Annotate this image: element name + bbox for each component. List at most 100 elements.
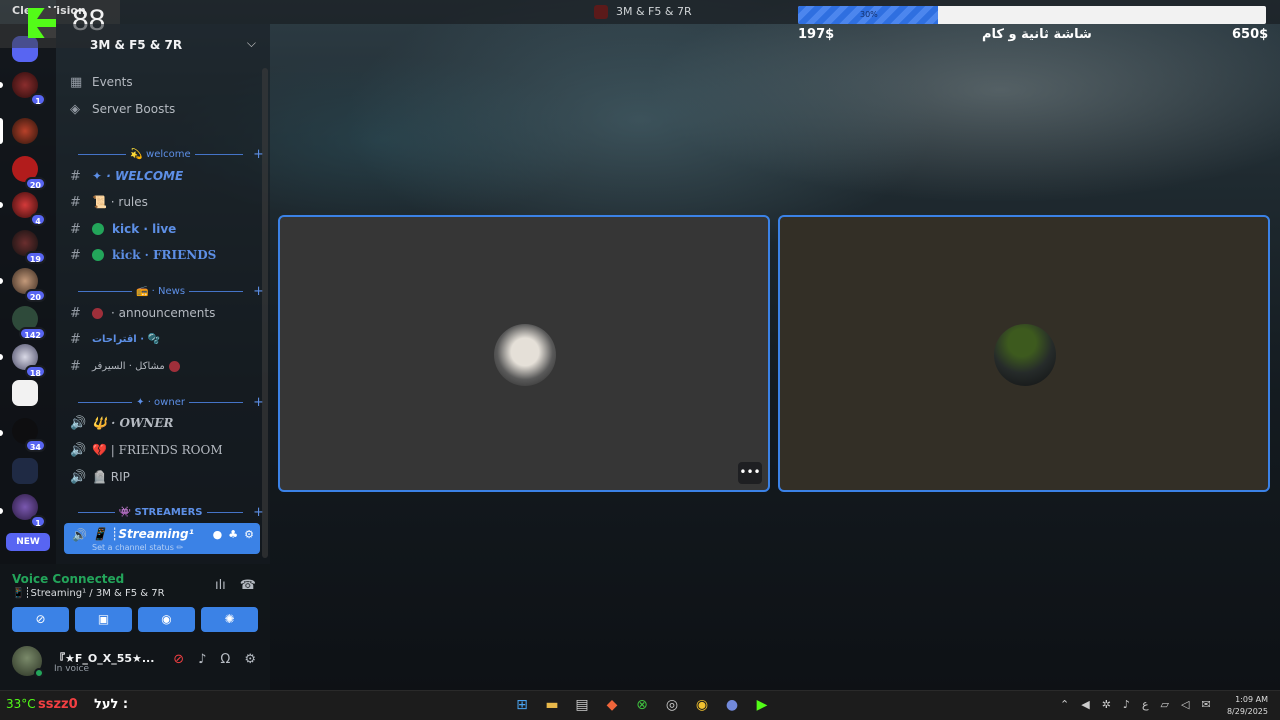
calendar-icon: ▦ bbox=[70, 74, 83, 90]
server-icon-7[interactable]: 142 bbox=[12, 306, 46, 340]
headphones-icon[interactable]: Ω bbox=[220, 652, 230, 667]
voice-channel-rip[interactable]: 🔊 🪦 RIP bbox=[70, 466, 130, 488]
channel-kick-friends[interactable]: # kick · FRIENDS bbox=[70, 244, 216, 266]
server-icon-5[interactable]: 19 bbox=[12, 230, 46, 264]
server-icon-10[interactable]: 34 bbox=[12, 418, 46, 452]
camera-off-icon: ⊘ bbox=[35, 612, 46, 626]
voice-channel-owner[interactable]: 🔊 🔱 · OWNER bbox=[70, 412, 174, 434]
speaker-icon: 🔊 bbox=[70, 415, 87, 431]
taskbar: 33°C sszz0 לעל : ⊞ ▬ ▤ ◆ ⊗ ◎ ◉ ● ▶ ⌃ ◀ ✲… bbox=[0, 690, 1280, 720]
microphone-icon[interactable]: ♪ bbox=[198, 652, 206, 667]
category-welcome[interactable]: 💫 welcome + bbox=[74, 147, 264, 162]
voice-channel-streaming[interactable]: 🔊 📱 ┊Streaming¹ Set a channel status ✏ ●… bbox=[64, 523, 260, 554]
discord-icon[interactable]: ● bbox=[722, 695, 742, 715]
video-tile-2[interactable] bbox=[778, 215, 1270, 492]
category-label: 📻 · News bbox=[136, 285, 186, 297]
mention-badge: 1 bbox=[30, 515, 46, 528]
gamepad-icon: ◉ bbox=[161, 612, 172, 626]
clock-date: 8/29/2025 bbox=[1226, 707, 1268, 716]
window-title: 3M & F5 & 7R bbox=[616, 5, 692, 18]
gear-icon[interactable]: ⚙ bbox=[244, 528, 254, 541]
channel-label: 🔱 · OWNER bbox=[92, 416, 174, 430]
unread-pill bbox=[0, 430, 3, 436]
chevron-up-icon[interactable]: ⌃ bbox=[1060, 698, 1069, 711]
unread-pill bbox=[0, 202, 3, 208]
invite-icon[interactable]: ♣ bbox=[228, 528, 238, 541]
video-tile-1[interactable]: ••• bbox=[278, 215, 770, 492]
more-options-button[interactable]: ••• bbox=[738, 462, 762, 484]
wifi-icon[interactable]: ▱ bbox=[1161, 698, 1169, 711]
channel-announcements[interactable]: # · announcements bbox=[70, 302, 215, 324]
chat-icon[interactable]: ● bbox=[213, 528, 223, 541]
server-icon-8[interactable]: 18 bbox=[12, 344, 46, 378]
events-item[interactable]: ▦ Events bbox=[70, 71, 133, 93]
server-icon-9[interactable] bbox=[12, 380, 38, 406]
folder-icon[interactable] bbox=[12, 458, 38, 484]
file-explorer-icon[interactable]: ▬ bbox=[542, 695, 562, 715]
channel-welcome[interactable]: # ✦ · WELCOME bbox=[70, 165, 183, 187]
server-icon-3[interactable]: 20 bbox=[12, 156, 46, 190]
divider bbox=[194, 153, 244, 155]
channel-suggestions[interactable]: # اقتراحات · 🫧 bbox=[70, 328, 160, 350]
xbox-icon[interactable]: ⊗ bbox=[632, 695, 652, 715]
weather-widget[interactable]: 33°C bbox=[6, 697, 36, 711]
channel-label: · announcements bbox=[111, 306, 216, 320]
channel-label: kick · FRIENDS bbox=[112, 248, 217, 262]
channel-problems[interactable]: # مشاكل · السيرفر bbox=[70, 355, 188, 377]
voice-channel-friends-room[interactable]: 🔊 💔 | FRIENDS ROOM bbox=[70, 439, 223, 461]
server-icon-4[interactable]: 4 bbox=[12, 192, 46, 226]
category-news[interactable]: 📻 · News + bbox=[74, 284, 264, 299]
camera-button[interactable]: ⊘ bbox=[12, 607, 69, 632]
server-icon-2[interactable] bbox=[12, 118, 38, 144]
steam-icon[interactable]: ◎ bbox=[662, 695, 682, 715]
sidebar-scrollbar[interactable] bbox=[262, 68, 268, 558]
category-owner[interactable]: ✦ · owner + bbox=[74, 395, 264, 410]
activities-button[interactable]: ◉ bbox=[138, 607, 195, 632]
new-unreads-button[interactable]: NEW bbox=[6, 533, 50, 551]
sound-icon[interactable]: ◁ bbox=[1181, 698, 1189, 711]
notification-icon[interactable]: ✉ bbox=[1201, 698, 1210, 711]
brave-icon[interactable]: ◆ bbox=[602, 695, 622, 715]
server-header[interactable]: 3M & F5 & 7R ⌵ bbox=[56, 32, 270, 60]
voice-channel-path[interactable]: 📱┊Streaming¹ / 3M & F5 & 7R bbox=[12, 588, 165, 599]
channel-rules[interactable]: # 📜 · rules bbox=[70, 191, 148, 213]
channel-label: ✦ · WELCOME bbox=[92, 169, 184, 183]
disconnect-icon[interactable]: ☎ bbox=[240, 578, 256, 593]
channel-kick-live[interactable]: # kick · live bbox=[70, 218, 176, 240]
kick-icon[interactable]: ▶ bbox=[752, 695, 772, 715]
speaker-icon: 🔊 bbox=[72, 528, 87, 542]
boost-icon: ◈ bbox=[70, 101, 80, 117]
channel-status[interactable]: Set a channel status ✏ bbox=[92, 543, 183, 552]
channel-label: 📱 ┊Streaming¹ bbox=[92, 527, 194, 541]
divider bbox=[78, 153, 127, 155]
gear-icon[interactable]: ⚙ bbox=[244, 652, 256, 667]
divider bbox=[188, 401, 244, 403]
server-icon-1[interactable]: 1 bbox=[12, 72, 46, 106]
screen-share-button[interactable]: ▣ bbox=[75, 607, 132, 632]
language-icon[interactable]: ع bbox=[1142, 698, 1149, 711]
windows-start-icon[interactable]: ⊞ bbox=[512, 695, 532, 715]
chrome-icon[interactable]: ◉ bbox=[692, 695, 712, 715]
network-icon[interactable]: ✲ bbox=[1102, 698, 1111, 711]
channel-label: 📜 · rules bbox=[92, 195, 148, 209]
soundboard-icon[interactable]: ılı bbox=[215, 578, 226, 593]
user-status: In voice bbox=[54, 664, 90, 674]
server-icon-6[interactable]: 20 bbox=[12, 268, 46, 302]
channel-label: 🪦 RIP bbox=[92, 470, 130, 484]
donation-target: 650$ bbox=[1232, 27, 1269, 42]
camera-off-icon[interactable]: ⊘ bbox=[173, 652, 184, 667]
user-controls: ⊘ ♪ Ω ⚙ bbox=[173, 652, 256, 667]
category-streamers[interactable]: 👾 STREAMERS + bbox=[74, 505, 264, 520]
chevron-down-icon[interactable]: ⌵ bbox=[247, 36, 256, 51]
microphone-icon[interactable]: ♪ bbox=[1123, 698, 1130, 711]
avatar[interactable] bbox=[12, 646, 44, 678]
clock[interactable]: 1:09 AM 8/29/2025 bbox=[1227, 694, 1268, 718]
server-icon-11[interactable]: 1 bbox=[12, 494, 46, 528]
server-boosts-item[interactable]: ◈ Server Boosts bbox=[70, 98, 175, 120]
voice-status[interactable]: Voice Connected bbox=[12, 572, 124, 586]
participant-avatar bbox=[994, 324, 1056, 386]
soundboard-button[interactable]: ✺ bbox=[201, 607, 258, 632]
volume-icon[interactable]: ◀ bbox=[1081, 698, 1089, 711]
red-circle-icon bbox=[92, 307, 103, 319]
store-icon[interactable]: ▤ bbox=[572, 695, 592, 715]
